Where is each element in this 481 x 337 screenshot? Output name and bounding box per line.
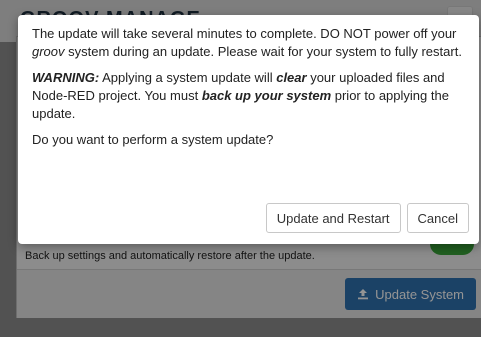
warning-backup: back up your system bbox=[201, 88, 332, 103]
warning-text: Applying a system update will bbox=[99, 70, 277, 85]
info-paragraph: The update will take several minutes to … bbox=[32, 25, 465, 61]
update-confirm-dialog: The update will take several minutes to … bbox=[18, 15, 479, 244]
update-and-restart-button[interactable]: Update and Restart bbox=[265, 203, 401, 233]
warning-label: WARNING: bbox=[32, 70, 100, 85]
warning-paragraph: WARNING: Applying a system update will c… bbox=[32, 69, 465, 123]
product-name: groov bbox=[32, 44, 65, 59]
cancel-button[interactable]: Cancel bbox=[406, 203, 469, 233]
warning-clear: clear bbox=[276, 70, 307, 85]
confirm-question: Do you want to perform a system update? bbox=[32, 132, 274, 147]
info-text-end: system during an update. Please wait for… bbox=[64, 44, 462, 59]
dialog-actions: Update and Restart Cancel bbox=[265, 203, 469, 233]
info-text: The update will take several minutes to … bbox=[32, 26, 457, 41]
